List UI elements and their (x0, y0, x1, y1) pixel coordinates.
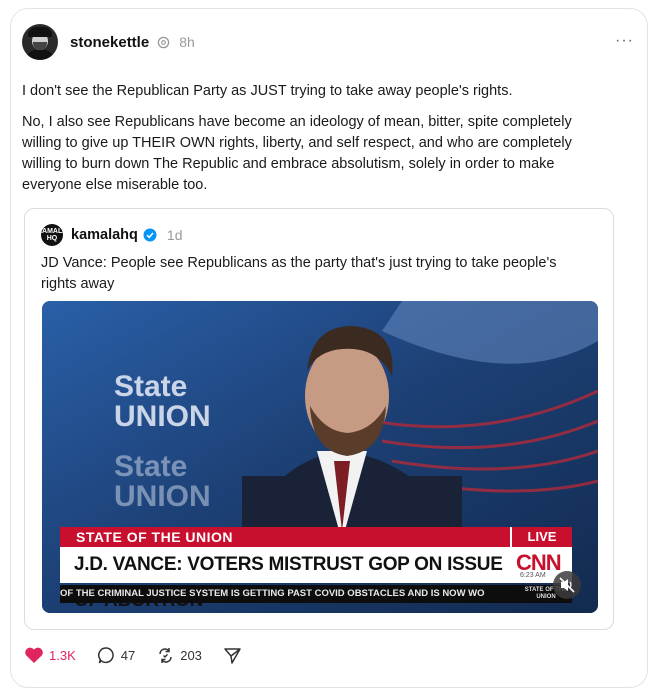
svg-text:UNION: UNION (114, 480, 211, 513)
svg-text:UNION: UNION (114, 400, 211, 433)
post-text-paragraph: I don't see the Republican Party as JUST… (22, 83, 513, 99)
speaker-muted-icon (559, 577, 575, 593)
author-username[interactable]: stonekettle (70, 34, 149, 51)
reply-button[interactable]: 47 (97, 646, 135, 665)
verified-check-icon (143, 228, 157, 242)
quoted-author-username[interactable]: kamalahq (71, 227, 138, 243)
news-ticker: OF THE CRIMINAL JUSTICE SYSTEM IS GETTIN… (60, 585, 520, 603)
share-button[interactable] (223, 646, 247, 665)
quoted-author-avatar[interactable]: KAMALA HQ (37, 224, 67, 246)
live-badge: LIVE (510, 527, 572, 547)
send-icon (224, 647, 241, 664)
quoted-post-text: JD Vance: People see Republicans as the … (41, 255, 557, 292)
heart-filled-icon (25, 647, 43, 663)
reply-count: 47 (120, 647, 136, 663)
author-avatar[interactable] (22, 24, 58, 60)
quoted-post-header: KAMALA HQ kamalahq 1d (37, 223, 183, 247)
svg-text:State: State (114, 450, 187, 483)
post-time: 8h (179, 34, 195, 50)
post-text-paragraph: No, I also see Republicans have become a… (22, 114, 572, 193)
repost-count: 203 (180, 647, 202, 663)
mute-button[interactable] (553, 571, 581, 599)
chyron-headline: J.D. VANCE: VOTERS MISTRUST GOP ON ISSUE… (60, 547, 510, 611)
chyron-show-title: STATE OF THE UNION (60, 527, 565, 547)
quoted-post-time: 1d (166, 227, 183, 243)
broadcast-clock: 6:23 AM (520, 572, 546, 579)
badge-icon (157, 36, 170, 48)
repost-button[interactable]: 203 (156, 646, 202, 665)
like-count: 1.3K (49, 647, 76, 663)
post-actions: 1.3K 47 203 (24, 644, 268, 666)
more-options-button[interactable]: ··· (615, 32, 634, 50)
like-button[interactable]: 1.3K (24, 646, 76, 664)
quoted-post[interactable]: KAMALA HQ kamalahq 1d JD Vance: People s… (24, 208, 614, 630)
repost-icon (159, 647, 172, 663)
comment-icon (97, 646, 114, 663)
post-header: stonekettle 8h (22, 22, 195, 62)
svg-text:State: State (114, 370, 187, 403)
video-player[interactable]: State UNION State UNION STATE OF THE UNI… (42, 301, 598, 613)
